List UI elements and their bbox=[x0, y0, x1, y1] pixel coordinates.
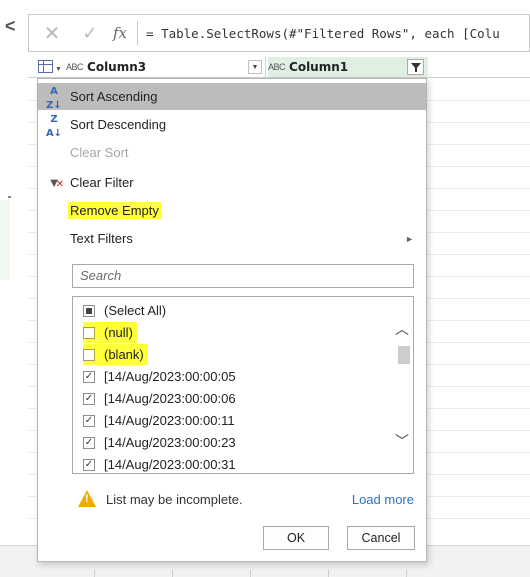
menu-item-clear-sort[interactable]: Clear Sort bbox=[38, 139, 426, 166]
power-query-editor: < ✕ ✓ fx = Table.SelectRows(#"Filtered R… bbox=[0, 0, 530, 577]
checked-checkbox[interactable]: ✓ bbox=[83, 392, 95, 405]
scroll-up-icon[interactable]: ︿ bbox=[395, 319, 409, 339]
menu-item-sort-descending[interactable]: Z A↓ Sort Descending bbox=[38, 111, 426, 138]
list-item-label: [14/Aug/2023:00:00:23 bbox=[104, 435, 236, 450]
formula-bar: ✕ ✓ fx = Table.SelectRows(#"Filtered Row… bbox=[28, 14, 530, 52]
list-item-label: (null) bbox=[104, 325, 133, 340]
list-item[interactable]: ✓ [14/Aug/2023:00:00:11 bbox=[83, 410, 235, 431]
formula-text[interactable]: = Table.SelectRows(#"Filtered Rows", eac… bbox=[146, 26, 500, 41]
menu-item-label: Clear Filter bbox=[70, 175, 134, 190]
scroll-down-icon[interactable]: ﹀ bbox=[395, 431, 409, 451]
list-item-label: [14/Aug/2023:00:00:05 bbox=[104, 369, 236, 384]
cancel-button[interactable]: Cancel bbox=[347, 526, 415, 550]
column-header-column1[interactable]: ABC Column1 bbox=[268, 57, 428, 77]
menu-item-remove-empty[interactable]: Remove Empty bbox=[38, 197, 426, 224]
table-menu-icon[interactable] bbox=[38, 60, 53, 73]
unchecked-checkbox[interactable] bbox=[83, 326, 95, 339]
cancel-formula-icon[interactable]: ✕ bbox=[37, 21, 67, 46]
list-scrollbar[interactable]: ︿ ﹀ bbox=[395, 297, 413, 473]
grid-column-divider bbox=[172, 570, 173, 577]
formula-separator bbox=[137, 21, 139, 45]
grid-column-divider bbox=[328, 570, 329, 577]
grid-column-divider bbox=[406, 570, 407, 577]
table-menu-caret-icon[interactable]: ▼ bbox=[55, 66, 62, 73]
filter-values-list[interactable]: (Select All) (null) (blank) ✓ [14/Aug/20… bbox=[72, 296, 414, 474]
menu-item-clear-filter[interactable]: ▼ ✕ Clear Filter bbox=[38, 169, 426, 196]
scrollbar-thumb[interactable] bbox=[398, 346, 410, 364]
list-item[interactable]: ✓ [14/Aug/2023:00:00:05 bbox=[83, 366, 236, 387]
text-type-icon[interactable]: ABC bbox=[66, 62, 84, 72]
sort-ascending-icon: A Z↓ bbox=[46, 85, 62, 111]
menu-item-label: Text Filters bbox=[70, 231, 133, 246]
grid-column-divider bbox=[250, 570, 251, 577]
list-item-label: (Select All) bbox=[104, 303, 167, 318]
menu-item-text-filters[interactable]: Text Filters ► bbox=[38, 225, 426, 252]
list-item[interactable]: ✓ [14/Aug/2023:00:00:06 bbox=[83, 388, 236, 409]
column1-filter-icon[interactable] bbox=[407, 59, 424, 75]
list-item[interactable]: ✓ [14/Aug/2023:00:00:31 bbox=[83, 454, 236, 473]
fx-icon[interactable]: fx bbox=[113, 24, 127, 42]
grid-column-divider bbox=[94, 570, 95, 577]
menu-item-label: Sort Descending bbox=[70, 117, 167, 132]
list-item-label: [14/Aug/2023:00:00:11 bbox=[104, 413, 235, 428]
queries-pane-collapsed: < bbox=[0, 0, 26, 577]
menu-item-sort-ascending[interactable]: A Z↓ Sort Ascending bbox=[38, 83, 426, 110]
sort-descending-icon: Z A↓ bbox=[45, 113, 63, 139]
search-input[interactable] bbox=[80, 268, 406, 283]
menu-item-label: Clear Sort bbox=[70, 145, 129, 160]
submenu-arrow-icon: ► bbox=[405, 233, 414, 244]
warning-icon: ! bbox=[78, 490, 98, 508]
column-name: Column1 bbox=[289, 60, 349, 74]
load-more-link[interactable]: Load more bbox=[352, 492, 414, 507]
column-name: Column3 bbox=[87, 60, 147, 74]
clear-filter-icon: ▼ ✕ bbox=[47, 175, 64, 190]
column3-filter-dropdown-icon[interactable]: ▼ bbox=[248, 60, 262, 74]
list-item-label: [14/Aug/2023:00:00:31 bbox=[104, 457, 236, 472]
list-item-blank[interactable]: (blank) bbox=[83, 344, 148, 365]
list-item-null[interactable]: (null) bbox=[83, 322, 137, 343]
menu-item-label: Sort Ascending bbox=[70, 89, 158, 104]
checked-checkbox[interactable]: ✓ bbox=[83, 414, 95, 427]
pane-selection-tint bbox=[0, 200, 10, 280]
incomplete-list-warning: ! List may be incomplete. Load more bbox=[72, 487, 414, 511]
list-item-label: (blank) bbox=[104, 347, 144, 362]
expand-queries-pane-icon[interactable]: < bbox=[5, 17, 16, 35]
column-filter-menu: A Z↓ Sort Ascending Z A↓ Sort Descending C… bbox=[37, 78, 427, 562]
list-item-select-all[interactable]: (Select All) bbox=[83, 300, 166, 321]
column-header-column3[interactable]: ABC Column3 bbox=[66, 57, 266, 77]
ok-button[interactable]: OK bbox=[263, 526, 329, 550]
list-item-label: [14/Aug/2023:00:00:06 bbox=[104, 391, 236, 406]
checked-checkbox[interactable]: ✓ bbox=[83, 458, 95, 471]
warning-text: List may be incomplete. bbox=[106, 491, 243, 507]
checked-checkbox[interactable]: ✓ bbox=[83, 370, 95, 383]
search-field[interactable] bbox=[72, 264, 414, 288]
checked-checkbox[interactable]: ✓ bbox=[83, 436, 95, 449]
commit-formula-icon[interactable]: ✓ bbox=[75, 23, 105, 44]
pane-marker bbox=[8, 196, 11, 198]
list-item[interactable]: ✓ [14/Aug/2023:00:00:23 bbox=[83, 432, 236, 453]
partial-checkbox[interactable] bbox=[83, 304, 95, 317]
text-type-icon[interactable]: ABC bbox=[268, 62, 286, 72]
menu-item-label: Remove Empty bbox=[68, 202, 161, 219]
unchecked-checkbox[interactable] bbox=[83, 348, 95, 361]
